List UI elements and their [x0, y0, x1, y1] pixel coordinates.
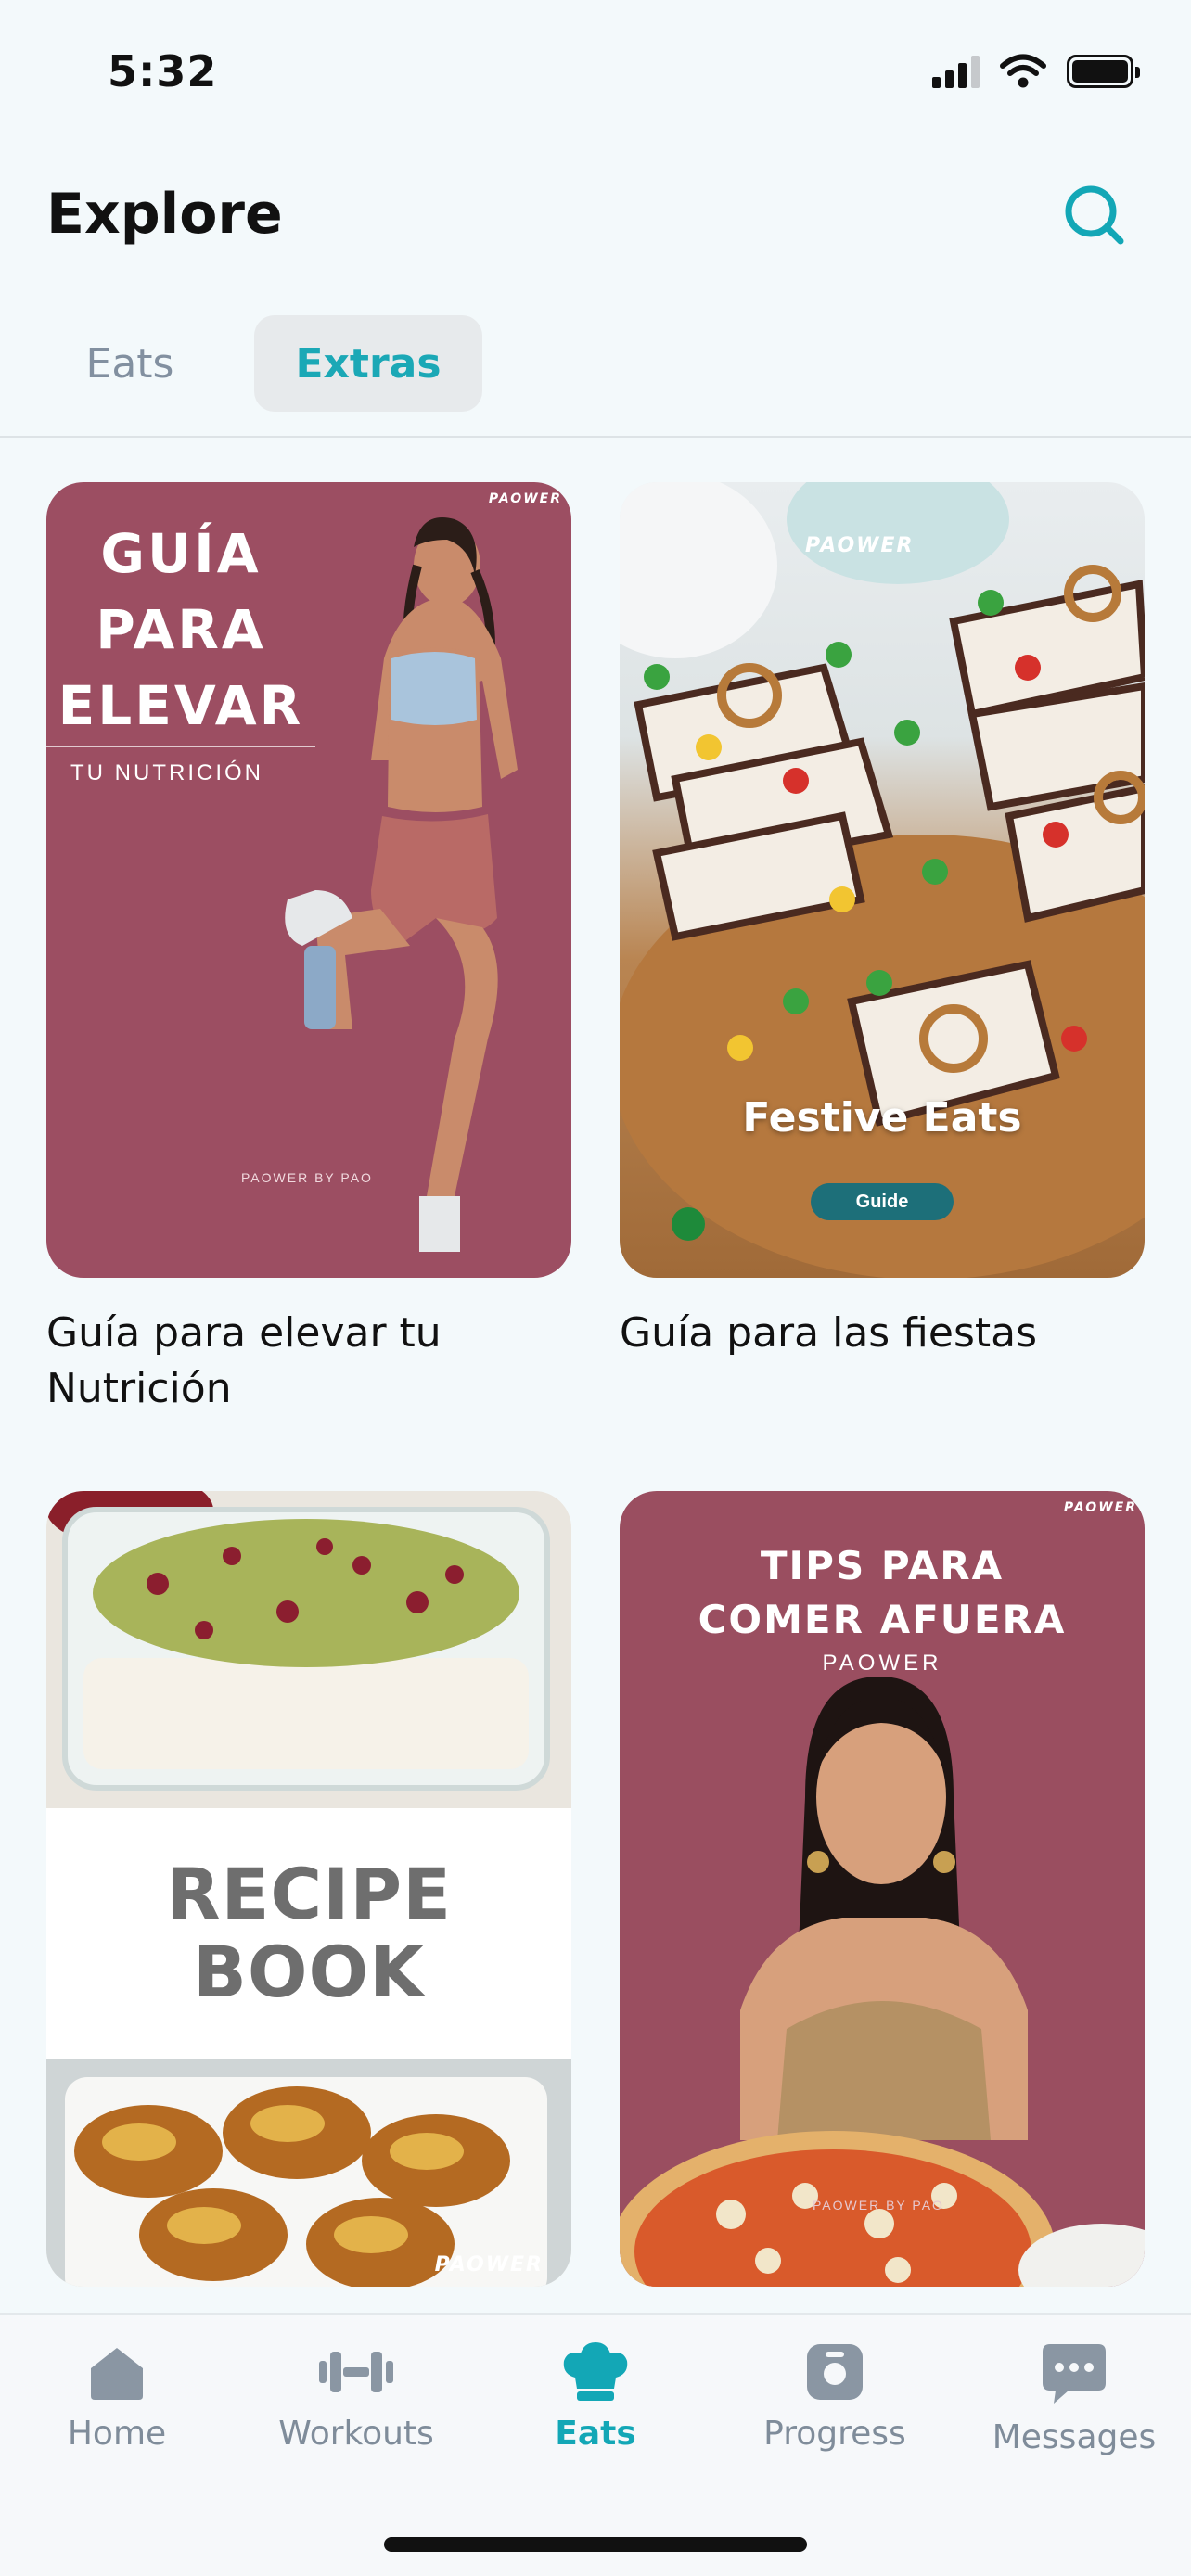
- status-bar: 5:32: [0, 0, 1191, 139]
- card-title: Guía para elevar tu Nutrición: [46, 1309, 442, 1412]
- cover-title: Festive Eats: [742, 1094, 1022, 1141]
- card-title: Guía para las fiestas: [620, 1309, 1038, 1357]
- status-icons: [932, 54, 1140, 89]
- nav-eats[interactable]: Eats: [484, 2342, 707, 2453]
- dumbbell-icon: [319, 2352, 393, 2392]
- festive-treats-photo: [620, 482, 1145, 1278]
- nav-home[interactable]: Home: [6, 2342, 228, 2453]
- card-tips-comer-afuera[interactable]: PAOWER TIPS PARA COMER AFUERA PAOWER PAO…: [620, 1491, 1145, 2287]
- wifi-icon: [1000, 54, 1046, 88]
- status-time: 5:32: [108, 46, 218, 96]
- nav-workouts[interactable]: Workouts: [245, 2342, 467, 2453]
- card-guia-nutricion[interactable]: PAOWER GUÍA PARA ELEVAR TU NUTRICIÓN PAO…: [46, 482, 571, 1417]
- nav-label: Messages: [992, 2418, 1157, 2456]
- cover-image: PAOWER TIPS PARA COMER AFUERA PAOWER PAO…: [620, 1491, 1145, 2287]
- tab-extras[interactable]: Extras: [254, 315, 482, 412]
- athlete-photo: [285, 517, 518, 1252]
- nav-label: Home: [67, 2415, 167, 2453]
- cellular-signal-icon: [932, 55, 980, 88]
- cover-image: PAOWER GUÍA PARA ELEVAR TU NUTRICIÓN PAO…: [46, 482, 571, 1278]
- home-icon: [91, 2348, 143, 2400]
- card-recipe-book[interactable]: RECIPE BOOK PAOWER: [46, 1491, 571, 2287]
- tabs-divider: [0, 436, 1191, 438]
- cover-image: RECIPE BOOK PAOWER: [46, 1491, 571, 2287]
- cover-title: RECIPE BOOK: [46, 1808, 571, 2059]
- cover-footer: PAOWER BY PAO: [813, 2198, 944, 2213]
- cover-image: PAOWER Festive Eats Guide: [620, 482, 1145, 1278]
- page-title: Explore: [46, 182, 283, 247]
- search-icon: [1065, 185, 1124, 245]
- brand-logo: PAOWER: [805, 534, 915, 557]
- chef-hat-icon: [563, 2342, 628, 2401]
- nav-label: Workouts: [278, 2415, 434, 2453]
- nav-label: Eats: [555, 2415, 636, 2453]
- dessert-photo: [46, 1491, 571, 1808]
- guide-badge: Guide: [811, 1183, 954, 1220]
- card-festive-eats[interactable]: PAOWER Festive Eats Guide Guía para las …: [620, 482, 1145, 1361]
- brand-logo: PAOWER: [434, 2253, 544, 2276]
- tab-eats[interactable]: Eats: [48, 315, 211, 412]
- cover-footer: PAOWER BY PAO: [241, 1170, 373, 1185]
- search-button[interactable]: [1057, 178, 1132, 252]
- chat-bubble-icon: [1043, 2344, 1106, 2404]
- nav-messages[interactable]: Messages: [963, 2342, 1185, 2456]
- scale-icon: [807, 2344, 863, 2400]
- nav-progress[interactable]: Progress: [724, 2342, 946, 2453]
- home-indicator: [384, 2537, 807, 2552]
- woman-with-pizza-photo: [620, 1677, 1145, 2287]
- nav-label: Progress: [763, 2415, 906, 2453]
- battery-icon: [1067, 55, 1140, 88]
